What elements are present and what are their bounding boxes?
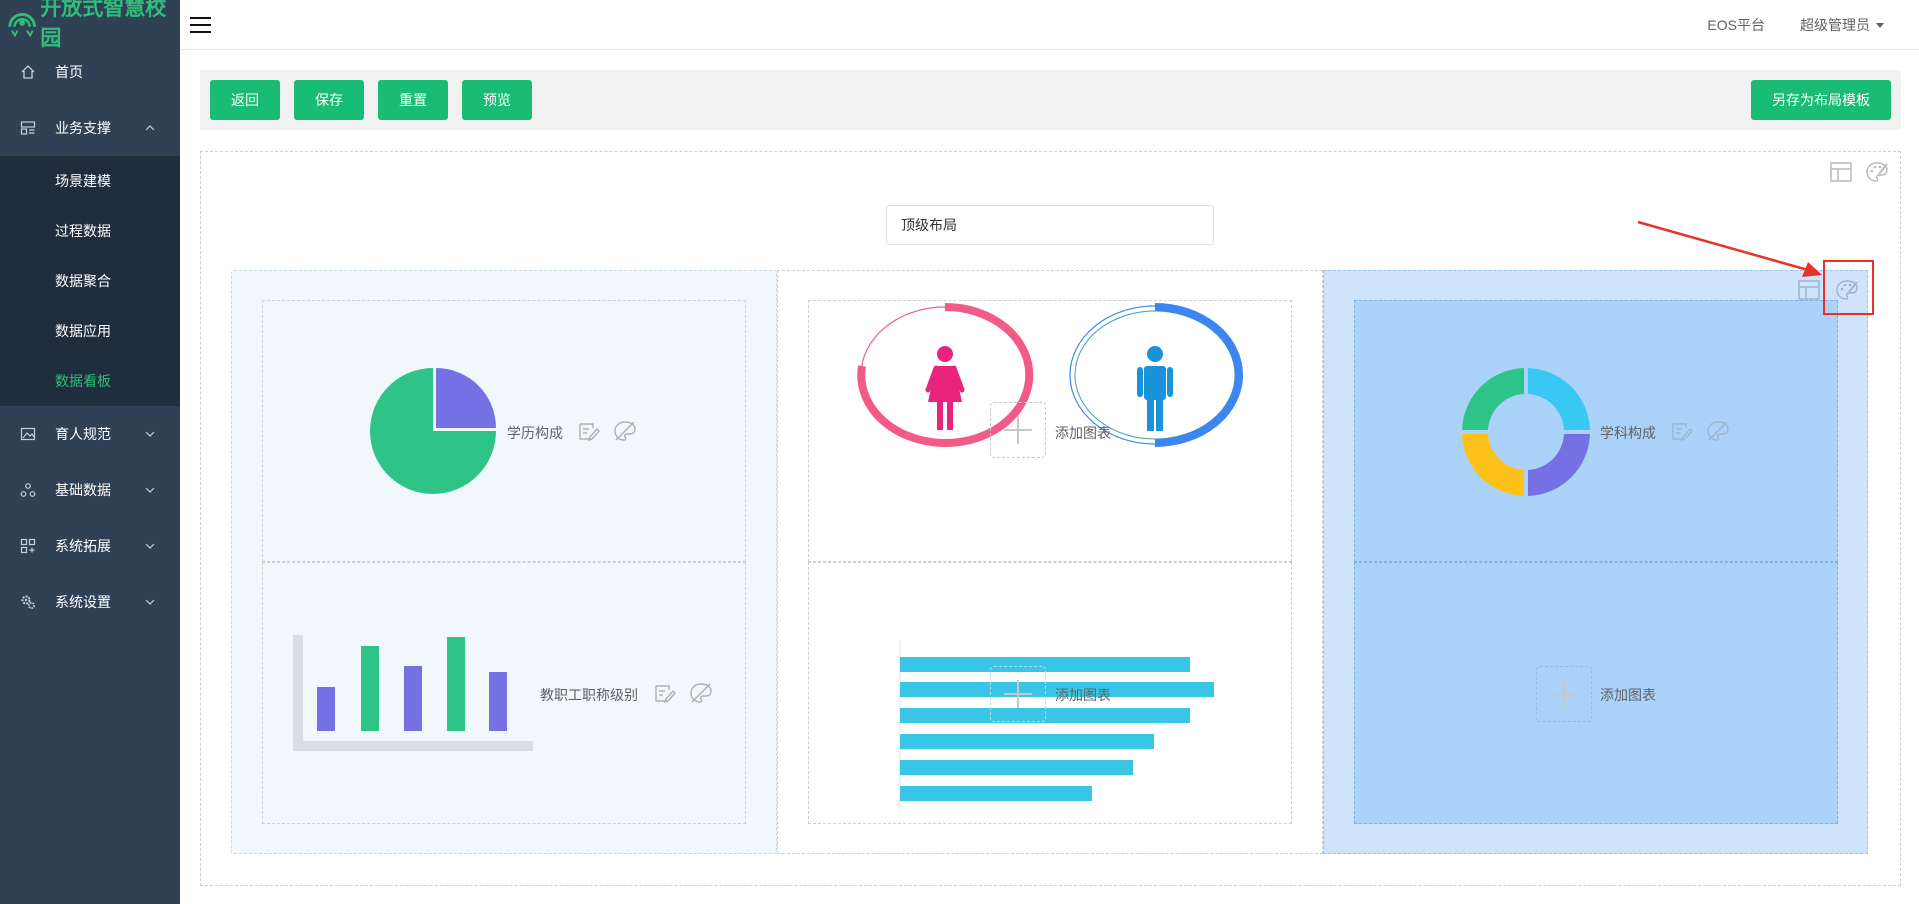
back-button[interactable]: 返回: [210, 80, 280, 120]
bar-1: [317, 687, 335, 731]
style-disabled-icon[interactable]: [689, 681, 713, 705]
annotation-highlight-box: [1823, 260, 1874, 315]
palette-icon[interactable]: [1865, 160, 1889, 184]
layout-grid-icon[interactable]: [1829, 160, 1853, 184]
home-icon: [20, 64, 36, 80]
apps-icon: [20, 538, 36, 554]
add-chart-button[interactable]: [990, 666, 1046, 722]
chevron-down-icon: [145, 543, 155, 549]
add-chart-label: 添加图表: [1055, 425, 1111, 441]
sidebar-item-system-extension[interactable]: 系统拓展: [0, 518, 180, 574]
bar-4: [447, 637, 465, 731]
picture-icon: [20, 426, 36, 442]
edit-icon[interactable]: [1670, 419, 1694, 443]
layout-cell-empty[interactable]: [1354, 562, 1838, 824]
hbar-6: [900, 786, 1092, 801]
bar-chart-thumbnail: [293, 635, 533, 751]
layout-cell-education[interactable]: [262, 300, 746, 562]
donut-segment-purple: [1528, 434, 1590, 496]
hbar-5: [900, 760, 1133, 775]
bar-3: [404, 666, 422, 731]
sidebar-item-system-settings[interactable]: 系统设置: [0, 574, 180, 630]
donut-segment-cyan: [1528, 368, 1590, 430]
annotation-arrow: [1637, 220, 1822, 277]
bar-5: [489, 672, 507, 731]
layout-icon: [20, 120, 36, 136]
cell-label-subject: 学科构成: [1600, 425, 1656, 441]
sidebar-item-label: 基础数据: [55, 482, 111, 498]
male-icon: [1144, 366, 1166, 400]
chevron-down-icon: [145, 431, 155, 437]
reset-button[interactable]: 重置: [378, 80, 448, 120]
sidebar-item-label: 业务支撑: [55, 120, 111, 136]
sidebar-item-data-application[interactable]: 数据应用: [0, 306, 180, 356]
submenu-business-support: 场景建模 过程数据 数据聚合 数据应用 数据看板: [0, 156, 180, 406]
female-icon-head: [937, 346, 953, 362]
bar-2: [361, 646, 379, 731]
axis-x: [293, 741, 533, 751]
style-disabled-icon[interactable]: [613, 419, 637, 443]
user-dropdown[interactable]: 超级管理员: [1800, 15, 1884, 35]
male-icon-head: [1147, 346, 1163, 362]
chevron-up-icon: [145, 125, 155, 131]
cluster-icon: [20, 482, 36, 498]
horizontal-bar-thumbnail: [899, 640, 1214, 810]
sidebar-item-data-aggregation[interactable]: 数据聚合: [0, 256, 180, 306]
user-name: 超级管理员: [1800, 17, 1870, 33]
layout-grid-icon[interactable]: [1797, 278, 1821, 302]
donut-chart-thumbnail: [1462, 368, 1590, 496]
chevron-down-icon: [145, 487, 155, 493]
hamburger-menu-icon[interactable]: [190, 14, 212, 36]
pie-slice-minor: [436, 368, 496, 428]
chevron-down-icon: [145, 599, 155, 605]
hbar-4: [900, 734, 1154, 749]
sidebar-item-label: 首页: [55, 64, 83, 80]
donut-segment-green: [1462, 368, 1524, 430]
layout-name-input[interactable]: [886, 205, 1214, 245]
preview-button[interactable]: 预览: [462, 80, 532, 120]
sidebar-item-process-data[interactable]: 过程数据: [0, 206, 180, 256]
caret-down-icon: [1876, 22, 1884, 28]
sidebar: 开放式智慧校园 首页 业务支撑 场景建模 过程数据 数据聚合 数据应用 数据看板…: [0, 0, 180, 904]
eos-platform-link[interactable]: EOS平台: [1707, 15, 1765, 35]
pie-chart-thumbnail: [370, 368, 496, 494]
layout-cell-subject[interactable]: [1354, 300, 1838, 562]
sidebar-item-education-norms[interactable]: 育人规范: [0, 406, 180, 462]
save-button[interactable]: 保存: [294, 80, 364, 120]
add-chart-label: 添加图表: [1055, 687, 1111, 703]
campus-logo-icon: [8, 12, 36, 37]
navbar-right: EOS平台 超级管理员: [1707, 0, 1919, 50]
top-navbar: EOS平台 超级管理员: [180, 0, 1919, 50]
editor-toolbar: 返回 保存 重置 预览 另存为布局模板: [200, 70, 1901, 130]
sidebar-item-label: 育人规范: [55, 426, 111, 442]
sidebar-item-business-support[interactable]: 业务支撑: [0, 100, 180, 156]
donut-segment-yellow: [1462, 434, 1524, 496]
cell-label-education: 学历构成: [507, 425, 563, 441]
sidebar-item-home[interactable]: 首页: [0, 44, 180, 100]
sidebar-item-data-dashboard[interactable]: 数据看板: [0, 356, 180, 406]
add-chart-label: 添加图表: [1600, 687, 1656, 703]
sidebar-item-label: 系统拓展: [55, 538, 111, 554]
axis-y: [293, 635, 303, 751]
sidebar-item-basic-data[interactable]: 基础数据: [0, 462, 180, 518]
sidebar-item-label: 系统设置: [55, 594, 111, 610]
logo: 开放式智慧校园: [0, 0, 180, 50]
gears-icon: [20, 594, 36, 610]
edit-icon[interactable]: [653, 681, 677, 705]
cell-label-titles: 教职工职称级别: [540, 687, 638, 703]
style-disabled-icon[interactable]: [1706, 419, 1730, 443]
add-chart-button[interactable]: [990, 402, 1046, 458]
edit-icon[interactable]: [577, 419, 601, 443]
sidebar-item-scene-modeling[interactable]: 场景建模: [0, 156, 180, 206]
save-as-template-button[interactable]: 另存为布局模板: [1751, 80, 1891, 120]
add-chart-button[interactable]: [1536, 666, 1592, 722]
